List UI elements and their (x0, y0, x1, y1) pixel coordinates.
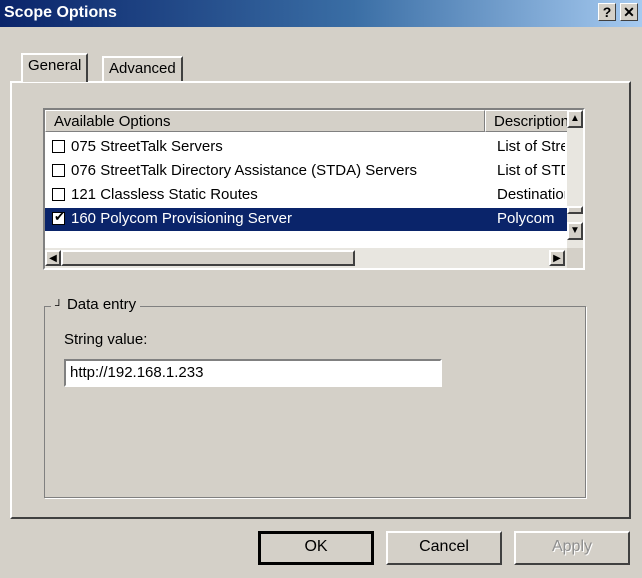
cancel-button[interactable]: Cancel (386, 531, 502, 565)
scroll-down-icon[interactable]: ▼ (567, 222, 583, 240)
collapse-glyph-icon: ┘ (55, 300, 63, 312)
list-item[interactable]: 075 StreetTalk Servers List of Street (45, 136, 567, 159)
vertical-scroll-thumb[interactable] (567, 206, 583, 214)
option-name: 121 Classless Static Routes (71, 186, 258, 203)
horizontal-scrollbar[interactable]: ◀ ▶ (45, 248, 567, 268)
checkmark-icon: ✔ (54, 209, 65, 224)
option-checkbox[interactable] (52, 188, 65, 201)
option-name: 160 Polycom Provisioning Server (71, 210, 292, 227)
ok-button[interactable]: OK (258, 531, 374, 565)
option-checkbox[interactable] (52, 164, 65, 177)
option-description: List of Street (497, 138, 565, 155)
help-icon[interactable]: ? (598, 3, 616, 21)
window-title: Scope Options (4, 4, 117, 21)
tab-advanced-label: Advanced (109, 60, 176, 77)
list-item[interactable]: 121 Classless Static Routes Destination, (45, 184, 567, 207)
option-name: 076 StreetTalk Directory Assistance (STD… (71, 162, 417, 179)
tab-general-label: General (28, 57, 82, 74)
data-entry-legend: ┘ Data entry (51, 296, 141, 313)
scroll-left-icon[interactable]: ◀ (45, 250, 61, 266)
option-description: Destination, (497, 186, 565, 203)
list-header: Available Options Description (45, 110, 583, 132)
option-checkbox[interactable]: ✔ (52, 209, 65, 225)
list-item[interactable]: 076 StreetTalk Directory Assistance (STD… (45, 160, 567, 183)
option-name: 075 StreetTalk Servers (71, 138, 223, 155)
scrollbar-corner (567, 248, 583, 268)
tab-advanced[interactable]: Advanced (102, 56, 183, 82)
close-icon[interactable]: ✕ (620, 3, 638, 21)
scroll-right-icon[interactable]: ▶ (549, 250, 565, 266)
horizontal-scroll-thumb[interactable] (61, 250, 355, 266)
scroll-up-icon[interactable]: ▲ (567, 110, 583, 128)
vertical-scrollbar[interactable]: ▲ ▼ (567, 110, 583, 248)
data-entry-title: Data entry (66, 296, 137, 313)
option-description: List of STDA (497, 162, 565, 179)
tab-general[interactable]: General (21, 53, 89, 82)
option-description: Polycom (497, 210, 555, 227)
title-bar: Scope Options ? ✕ (0, 0, 642, 27)
column-header-available-options[interactable]: Available Options (45, 110, 485, 132)
option-checkbox[interactable] (52, 140, 65, 153)
string-value-input[interactable]: http://192.168.1.233 (64, 359, 442, 387)
list-item-selected[interactable]: ✔ 160 Polycom Provisioning Server Polyco… (45, 208, 567, 231)
options-listview[interactable]: Available Options Description 075 Street… (43, 108, 585, 270)
string-value-label: String value: (64, 331, 148, 348)
apply-button[interactable]: Apply (514, 531, 630, 565)
